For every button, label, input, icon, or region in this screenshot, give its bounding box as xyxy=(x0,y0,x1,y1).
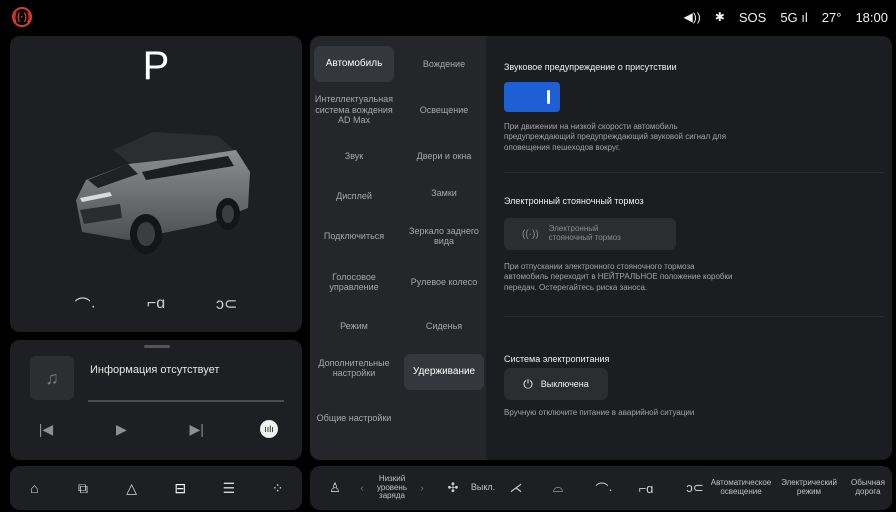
auto-lighting-button[interactable]: Автоматическое освещение xyxy=(706,466,776,510)
menu-item-locks[interactable]: Замки xyxy=(404,178,484,208)
bluetooth-icon[interactable]: ✱ xyxy=(715,10,725,24)
menu-item-vehicle[interactable]: Автомобиль xyxy=(314,46,394,82)
menu-item-mirrors[interactable]: Зеркало заднего вида xyxy=(404,218,484,254)
fan-icon[interactable]: ✣ xyxy=(442,466,464,510)
chevron-left-icon[interactable]: ‹ xyxy=(356,466,368,510)
seat-heat-icon[interactable]: ⋌ xyxy=(504,466,528,510)
power-off-button[interactable]: ⏻ Выключена xyxy=(504,368,608,400)
speaker-icon[interactable]: ◀)) xyxy=(684,10,701,24)
divider xyxy=(504,316,884,317)
menu-item-connect[interactable]: Подключиться xyxy=(314,218,394,254)
front-trunk-icon[interactable]: ⌒· xyxy=(71,292,99,316)
temperature: 27° xyxy=(821,9,842,25)
menu-item-mode[interactable]: Режим xyxy=(314,308,394,344)
home-icon[interactable]: ⌂ xyxy=(18,472,50,504)
previous-track-icon[interactable]: |◀ xyxy=(34,421,58,438)
sos-button[interactable]: SOS xyxy=(739,10,766,25)
status-bar: ((·)) ◀)) ✱ SOS 5G ıl 27° 18:00 xyxy=(0,0,896,34)
media-icon[interactable]: ☰ xyxy=(213,472,245,504)
network-indicator: 5G ıl xyxy=(780,9,808,25)
menu-item-hold[interactable]: Удерживание xyxy=(404,354,484,390)
cards-icon[interactable]: ⧉ xyxy=(67,472,99,504)
menu-item-steering-wheel[interactable]: Рулевое колесо xyxy=(404,264,484,300)
car-quick-actions: ⌒· ⌐ɑ ɔ⊂ xyxy=(10,292,302,316)
parking-brake-warning-icon: ((·)) xyxy=(12,7,32,27)
charge-port-icon[interactable]: ɔ⊂ xyxy=(684,466,706,510)
charge-level-label: Низкий уровень заряда xyxy=(376,473,407,501)
presence-sound-description: При движении на низкой скорости автомоби… xyxy=(504,122,727,152)
menu-item-doors-windows[interactable]: Двери и окна xyxy=(404,138,484,174)
play-icon[interactable]: ▶ xyxy=(109,421,133,438)
menu-item-additional-settings[interactable]: Дополнительные настройки xyxy=(314,350,394,386)
track-title: Информация отсутствует xyxy=(90,364,220,376)
status-indicators: ◀)) ✱ SOS 5G ıl 27° 18:00 xyxy=(684,10,888,25)
menu-item-display[interactable]: Дисплей xyxy=(314,178,394,214)
navigation-icon[interactable]: △ xyxy=(116,472,148,504)
presence-sound-title: Звуковое предупреждение о присутствии xyxy=(504,62,677,72)
power-system-title: Система электропитания xyxy=(504,354,610,364)
climate-dock: ♙ ‹ Низкий уровень заряда › ✣ Выкл. ⋌ ⌓ … xyxy=(310,466,892,510)
vehicle-panel: P ⌒· ⌐ɑ ɔ⊂ xyxy=(10,36,302,332)
settings-menu: Автомобиль Вождение Интеллектуальная сис… xyxy=(310,36,486,460)
electric-mode-button[interactable]: Электрический режим xyxy=(778,466,840,510)
menu-item-seats[interactable]: Сиденья xyxy=(404,308,484,344)
settings-panel: Автомобиль Вождение Интеллектуальная сис… xyxy=(310,36,892,460)
parking-brake-icon: ((·)) xyxy=(522,228,539,240)
car-settings-icon[interactable]: ⊟ xyxy=(164,472,196,504)
gear-indicator: P xyxy=(142,44,170,88)
media-controls: |◀ ▶ ▶| ıılı xyxy=(10,420,302,438)
album-art-placeholder: ♫ xyxy=(30,356,74,400)
chevron-right-icon[interactable]: › xyxy=(416,466,428,510)
charge-port-icon[interactable]: ɔ⊂ xyxy=(213,292,241,316)
epb-description: При отпускании электронного стояночного … xyxy=(504,262,733,292)
app-dock: ⌂ ⧉ △ ⊟ ☰ ⁘ xyxy=(10,466,302,510)
front-trunk-icon[interactable]: ⌒· xyxy=(592,466,616,510)
clock: 18:00 xyxy=(855,9,888,25)
track-progress[interactable] xyxy=(88,400,284,402)
rear-trunk-icon[interactable]: ⌐ɑ xyxy=(634,466,658,510)
menu-item-lighting[interactable]: Освещение xyxy=(404,90,484,130)
next-track-icon[interactable]: ▶| xyxy=(185,421,209,438)
menu-item-ad-max[interactable]: Интеллектуальная система вождения AD Max xyxy=(314,90,394,130)
power-description: Вручную отключите питание в аварийной си… xyxy=(504,408,695,417)
rear-trunk-icon[interactable]: ⌐ɑ xyxy=(142,292,170,316)
power-icon: ⏻ xyxy=(523,376,533,391)
rear-defrost-icon[interactable]: ⌓ xyxy=(546,466,570,510)
menu-item-voice-control[interactable]: Голосовое управление xyxy=(314,264,394,300)
drag-handle[interactable] xyxy=(144,345,170,348)
menu-item-sound[interactable]: Звук xyxy=(314,138,394,174)
car-image xyxy=(76,132,250,254)
presence-sound-toggle[interactable] xyxy=(504,82,560,112)
epb-title: Электронный стояночный тормоз xyxy=(504,196,644,206)
menu-item-driving[interactable]: Вождение xyxy=(404,46,484,82)
power-button-label: Выключена xyxy=(540,379,589,389)
media-player: ♫ Информация отсутствует |◀ ▶ ▶| ıılı xyxy=(10,340,302,460)
settings-content: Звуковое предупреждение о присутствии Пр… xyxy=(486,36,892,460)
normal-road-button[interactable]: Обычная дорога xyxy=(846,466,890,510)
epb-button[interactable]: ((·)) Электронный стояночный тормоз xyxy=(504,218,676,250)
divider xyxy=(504,172,884,173)
epb-button-label: Электронный стояночный тормоз xyxy=(548,224,621,242)
apps-grid-icon[interactable]: ⁘ xyxy=(262,472,294,504)
toggle-knob xyxy=(547,90,550,104)
menu-item-general-settings[interactable]: Общие настройки xyxy=(314,400,394,436)
audio-source-icon[interactable]: ıılı xyxy=(259,420,278,438)
music-note-icon: ♫ xyxy=(45,367,59,388)
fan-status: Выкл. xyxy=(470,482,496,493)
person-icon[interactable]: ♙ xyxy=(324,466,346,510)
